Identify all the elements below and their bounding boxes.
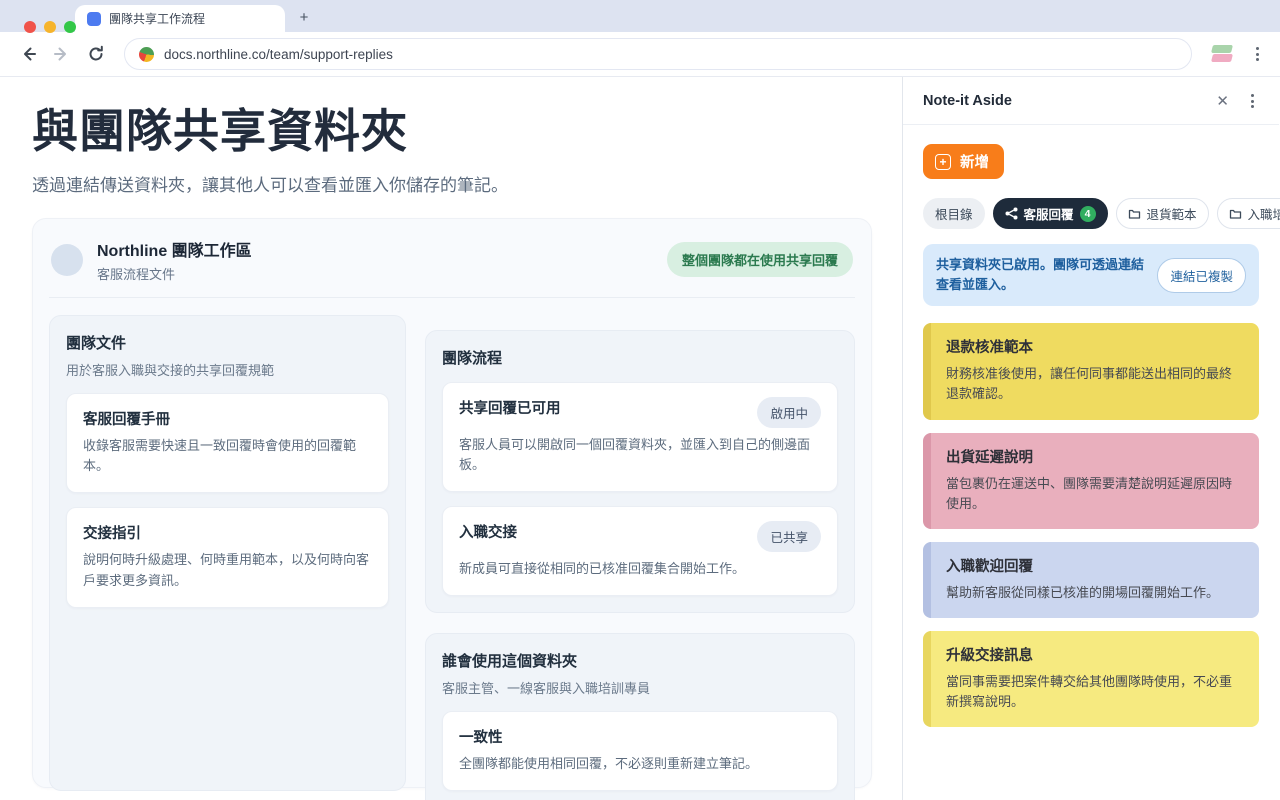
- page-subtitle: 透過連結傳送資料夾，讓其他人可以查看並匯入你儲存的筆記。: [32, 171, 872, 196]
- share-icon: [1005, 207, 1018, 220]
- forward-button[interactable]: [48, 40, 76, 68]
- team-docs-title: 團隊文件: [66, 332, 389, 353]
- workspace-avatar: [51, 244, 83, 276]
- url-text: docs.northline.co/team/support-replies: [164, 47, 393, 62]
- shared-folder-banner: 共享資料夾已啟用。團隊可透過連結查看並匯入。 連結已複製: [923, 244, 1259, 306]
- audience-panel: 誰會使用這個資料夾 客服主管、一線客服與入職培訓專員 一致性 全團隊都能使用相同…: [425, 633, 855, 800]
- notes-list: 退款核准範本 財務核准後使用，讓任何同事都能送出相同的最終退款確認。 出貨延遲說…: [923, 323, 1259, 727]
- add-note-button[interactable]: 新增: [923, 144, 1004, 179]
- folder-icon: [1229, 208, 1242, 220]
- folder-chips: 根目錄 客服回覆 4 退貨範本 入職培訓: [923, 198, 1259, 229]
- team-process-panel: 團隊流程 共享回覆已可用 啟用中 客服人員可以開啟同一個回覆資料夾，並匯入到自己…: [425, 330, 855, 613]
- workspace-header: Northline 團隊工作區 客服流程文件 整個團隊都在使用共享回覆: [49, 235, 855, 298]
- note-card[interactable]: 退款核准範本 財務核准後使用，讓任何同事都能送出相同的最終退款確認。: [923, 323, 1259, 419]
- process-item[interactable]: 共享回覆已可用 啟用中 客服人員可以開啟同一個回覆資料夾，並匯入到自己的側邊面板…: [442, 382, 838, 493]
- close-icon[interactable]: [1210, 90, 1235, 112]
- site-favicon-icon: [139, 47, 154, 62]
- team-docs-subtitle: 用於客服入職與交接的共享回覆規範: [66, 360, 389, 379]
- reload-icon: [87, 45, 105, 63]
- address-bar[interactable]: docs.northline.co/team/support-replies: [124, 38, 1192, 70]
- back-button[interactable]: [14, 40, 42, 68]
- team-process-title: 團隊流程: [442, 347, 838, 368]
- plus-icon: [935, 154, 951, 170]
- chip-root-folder[interactable]: 根目錄: [923, 198, 985, 229]
- status-badge: 啟用中: [757, 397, 821, 428]
- side-panel-title: Note-it Aside: [923, 93, 1012, 109]
- side-panel-header: Note-it Aside: [903, 77, 1279, 125]
- banner-text: 共享資料夾已啟用。團隊可透過連結查看並匯入。: [936, 255, 1147, 295]
- sticky-note-pink-icon: [1211, 54, 1233, 62]
- new-tab-button[interactable]: +: [291, 4, 317, 30]
- chip-returns-templates[interactable]: 退貨範本: [1116, 198, 1209, 229]
- chip-onboarding[interactable]: 入職培訓: [1217, 198, 1280, 229]
- browser-tab[interactable]: 團隊共享工作流程: [75, 5, 285, 32]
- side-panel: Note-it Aside 新增 根目錄 客服回覆 4 退貨: [903, 77, 1279, 800]
- extension-notes-icon[interactable]: [1212, 45, 1234, 63]
- workspace-card: Northline 團隊工作區 客服流程文件 整個團隊都在使用共享回覆 團隊文件…: [32, 218, 872, 788]
- status-badge: 已共享: [757, 521, 821, 552]
- close-window-button[interactable]: [24, 21, 36, 33]
- audience-subtitle: 客服主管、一線客服與入職培訓專員: [442, 678, 838, 697]
- note-count-badge: 4: [1080, 206, 1096, 222]
- audience-title: 誰會使用這個資料夾: [442, 650, 838, 671]
- reload-button[interactable]: [82, 40, 110, 68]
- browser-tab-strip: 團隊共享工作流程 +: [0, 0, 1280, 32]
- window-controls[interactable]: [24, 21, 76, 33]
- back-icon: [19, 45, 37, 63]
- page-content: 與團隊共享資料夾 透過連結傳送資料夾，讓其他人可以查看並匯入你儲存的筆記。 No…: [0, 77, 903, 800]
- page-title: 與團隊共享資料夾: [32, 103, 872, 161]
- team-docs-panel: 團隊文件 用於客服入職與交接的共享回覆規範 客服回覆手冊 收錄客服需要快速且一致…: [49, 315, 406, 791]
- doc-item[interactable]: 客服回覆手冊 收錄客服需要快速且一致回覆時會使用的回覆範本。: [66, 393, 389, 494]
- audience-item[interactable]: 一致性 全團隊都能使用相同回覆，不必逐則重新建立筆記。: [442, 711, 838, 791]
- workspace-status-badge: 整個團隊都在使用共享回覆: [667, 242, 853, 277]
- chip-support-replies[interactable]: 客服回覆 4: [993, 198, 1108, 229]
- link-copied-button[interactable]: 連結已複製: [1157, 258, 1246, 293]
- maximize-window-button[interactable]: [64, 21, 76, 33]
- workspace-name: Northline 團隊工作區: [97, 237, 252, 261]
- note-card[interactable]: 出貨延遲說明 當包裹仍在運送中、團隊需要清楚說明延遲原因時使用。: [923, 433, 1259, 529]
- note-card[interactable]: 入職歡迎回覆 幫助新客服從同樣已核准的開場回覆開始工作。: [923, 542, 1259, 618]
- note-card[interactable]: 升級交接訊息 當同事需要把案件轉交給其他團隊時使用，不必重新撰寫說明。: [923, 631, 1259, 727]
- side-panel-menu-button[interactable]: [1243, 94, 1261, 108]
- tab-favicon-icon: [87, 12, 101, 26]
- browser-toolbar: docs.northline.co/team/support-replies: [0, 32, 1280, 77]
- minimize-window-button[interactable]: [44, 21, 56, 33]
- tab-title: 團隊共享工作流程: [109, 10, 205, 27]
- forward-icon: [53, 45, 71, 63]
- sticky-note-green-icon: [1211, 45, 1233, 53]
- doc-item[interactable]: 交接指引 說明何時升級處理、何時重用範本，以及何時向客戶要求更多資訊。: [66, 507, 389, 608]
- process-item[interactable]: 入職交接 已共享 新成員可直接從相同的已核准回覆集合開始工作。: [442, 506, 838, 596]
- workspace-subtitle: 客服流程文件: [97, 264, 252, 283]
- browser-menu-button[interactable]: [1248, 47, 1266, 61]
- folder-icon: [1128, 208, 1141, 220]
